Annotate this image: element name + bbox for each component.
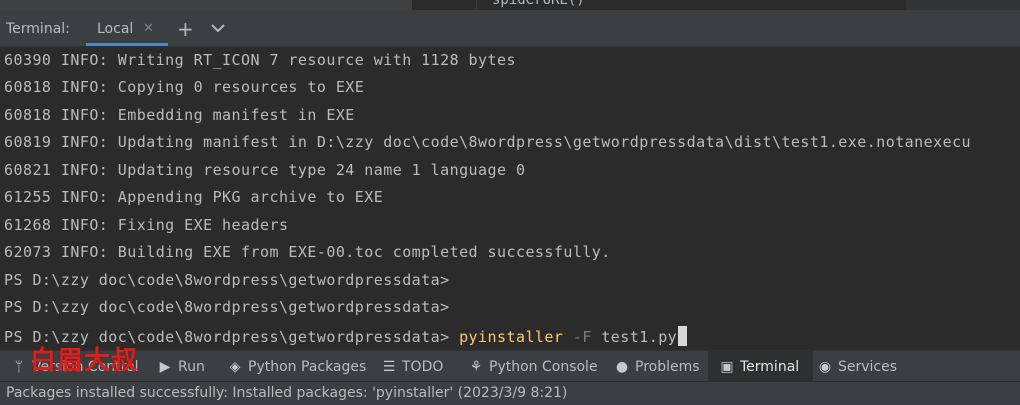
terminal-line: 61268 INFO: Fixing EXE headers <box>4 216 289 234</box>
todo-icon: ☰ <box>382 359 396 375</box>
terminal-output[interactable]: 60390 INFO: Writing RT_ICON 7 resource w… <box>0 47 1020 349</box>
text-cursor <box>678 326 688 346</box>
tool-window-bar: ᛘ Version Control ▶ Run ◈ Python Packages ☰… <box>0 350 1020 381</box>
tool-services-label: Services <box>838 359 898 375</box>
tab-local-label: Local <box>97 21 134 37</box>
chevron-down-svg <box>211 24 225 33</box>
terminal-label: Terminal: <box>6 21 70 37</box>
terminal-line: 60818 INFO: Embedding manifest in EXE <box>4 106 355 124</box>
terminal-line: 61255 INFO: Appending PKG archive to EXE <box>4 188 384 206</box>
editor-code-fragment: spiderURL() <box>492 0 585 8</box>
tool-python-packages-label: Python Packages <box>248 359 367 375</box>
terminal-prompt-line: PS D:\zzy doc\code\8wordpress\getwordpre… <box>4 298 450 316</box>
command-flag: -F <box>563 328 602 346</box>
python-console-icon: ⚘ <box>469 359 483 375</box>
terminal-line: 60818 INFO: Copying 0 resources to EXE <box>4 78 365 96</box>
editor-divider <box>476 0 477 10</box>
tool-todo-label: TODO <box>402 359 444 375</box>
status-bar: Packages installed successfully: Install… <box>0 381 1020 405</box>
run-icon: ▶ <box>159 359 171 375</box>
tool-terminal-label: Terminal <box>740 359 800 375</box>
problems-icon: ● <box>615 359 629 375</box>
close-icon[interactable]: ✕ <box>143 10 154 48</box>
terminal-line: 62073 INFO: Building EXE from EXE-00.toc… <box>4 243 611 261</box>
terminal-header: Terminal: Local ✕ + <box>0 10 1020 47</box>
editor-top-strip: spiderURL() <box>0 0 1020 10</box>
tool-run[interactable]: ▶ Run <box>156 351 205 381</box>
tool-todo[interactable]: ☰ TODO <box>380 351 444 381</box>
tab-local[interactable]: Local ✕ <box>86 10 168 46</box>
terminal-prompt-line: PS D:\zzy doc\code\8wordpress\getwordpre… <box>4 271 450 289</box>
terminal-line: 60821 INFO: Updating resource type 24 na… <box>4 161 526 179</box>
tool-terminal[interactable]: ▣ Terminal <box>708 351 814 381</box>
terminal-icon: ▣ <box>720 359 734 375</box>
command-name: pyinstaller <box>459 328 564 346</box>
terminal-line: 60819 INFO: Updating manifest in D:\zzy … <box>4 133 972 151</box>
tool-python-packages[interactable]: ◈ Python Packages <box>226 351 367 381</box>
services-icon: ◉ <box>818 359 832 375</box>
terminal-line: 60390 INFO: Writing RT_ICON 7 resource w… <box>4 51 516 69</box>
tool-services[interactable]: ◉ Services <box>816 351 897 381</box>
tool-problems-label: Problems <box>635 359 700 375</box>
command-argument: test1.py <box>601 328 678 346</box>
tool-python-console-label: Python Console <box>489 359 598 375</box>
watermark-logo: 白眉大叔 <box>30 346 139 376</box>
status-message[interactable]: Packages installed successfully: Install… <box>6 382 567 405</box>
chevron-down-icon[interactable] <box>209 10 229 46</box>
packages-icon: ◈ <box>229 359 241 375</box>
branch-icon: ᛘ <box>14 359 24 375</box>
tool-problems[interactable]: ● Problems <box>613 351 700 381</box>
tool-run-label: Run <box>178 359 205 375</box>
editor-scrollbar[interactable] <box>0 0 412 10</box>
editor-side-panel <box>906 0 1020 10</box>
plus-icon[interactable]: + <box>177 10 194 46</box>
tool-python-console[interactable]: ⚘ Python Console <box>467 351 598 381</box>
